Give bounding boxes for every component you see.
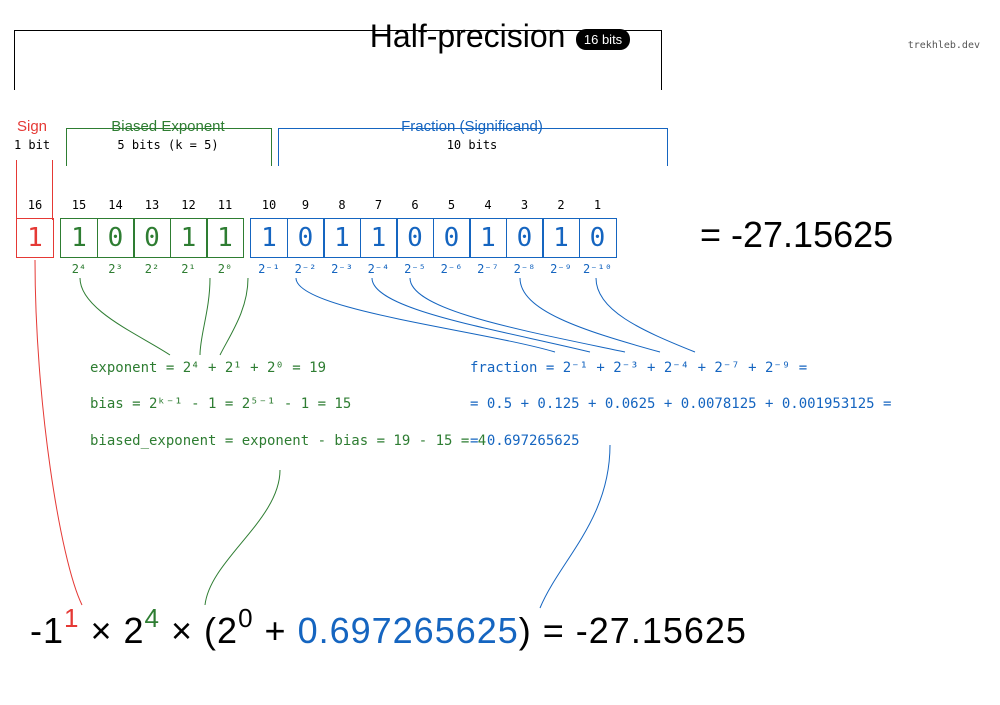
bit-index: 2 — [542, 198, 580, 212]
bit-index: 1 — [579, 198, 617, 212]
bit-index: 9 — [287, 198, 325, 212]
sign-sublabel: 1 bit — [8, 138, 56, 152]
power-cell: 2⁻¹ — [250, 262, 288, 276]
final-times-1: × 2 — [79, 610, 144, 651]
bit-exp: 1 — [60, 218, 98, 258]
exp-line-2: bias = 2ᵏ⁻¹ - 1 = 2⁵⁻¹ - 1 = 15 — [90, 386, 486, 422]
frac-line-3: = 0.697265625 — [470, 423, 891, 459]
power-cell: 2¹ — [170, 262, 208, 276]
bit-index: 14 — [97, 198, 135, 212]
final-times-2: × (2 — [160, 610, 238, 651]
bit-index: 13 — [133, 198, 171, 212]
power-cell: 2³ — [97, 262, 135, 276]
bit-index: 7 — [360, 198, 398, 212]
final-sup-1: 1 — [64, 603, 79, 633]
sign-label: Sign — [8, 118, 56, 135]
frac-line-1: fraction = 2⁻¹ + 2⁻³ + 2⁻⁴ + 2⁻⁷ + 2⁻⁹ = — [470, 350, 891, 386]
bit-frac: 1 — [542, 218, 580, 258]
attribution: trekhleb.dev — [908, 40, 980, 51]
bit-exp: 0 — [133, 218, 171, 258]
power-cell: 2² — [133, 262, 171, 276]
bit-frac: 0 — [287, 218, 325, 258]
frac-line-2: = 0.5 + 0.125 + 0.0625 + 0.0078125 + 0.0… — [470, 386, 891, 422]
bit-index: 3 — [506, 198, 544, 212]
bit-index: 15 — [60, 198, 98, 212]
fraction-label: Fraction (Significand) — [276, 118, 668, 135]
bit-index-row: 16 15 14 13 12 11 10 9 8 7 6 5 4 3 2 1 — [16, 198, 617, 212]
power-cell: 2⁰ — [206, 262, 244, 276]
final-tail: ) = -27.15625 — [519, 610, 747, 651]
power-cell: 2⁻⁵ — [396, 262, 434, 276]
power-cell: 2⁻⁹ — [542, 262, 580, 276]
exp-line-1: exponent = 2⁴ + 2¹ + 2⁰ = 19 — [90, 350, 486, 386]
bit-index: 5 — [433, 198, 471, 212]
final-sup-4: 4 — [145, 603, 160, 633]
decoded-value: = -27.15625 — [700, 214, 893, 256]
power-cell: 2⁻⁴ — [360, 262, 398, 276]
bit-exp: 1 — [206, 218, 244, 258]
bit-index: 16 — [16, 198, 54, 212]
power-cell: 2⁻¹⁰ — [579, 262, 617, 276]
power-cell: 2⁻⁶ — [433, 262, 471, 276]
exponent-computation: exponent = 2⁴ + 2¹ + 2⁰ = 19 bias = 2ᵏ⁻¹… — [90, 350, 486, 459]
bit-frac: 1 — [360, 218, 398, 258]
final-sup-0: 0 — [238, 603, 253, 633]
exp-line-3: biased_exponent = exponent - bias = 19 -… — [90, 423, 486, 459]
bits-badge: 16 bits — [576, 29, 630, 50]
bit-exp: 0 — [97, 218, 135, 258]
bit-frac: 0 — [433, 218, 471, 258]
bit-index: 10 — [250, 198, 288, 212]
bit-frac: 1 — [323, 218, 361, 258]
bit-frac: 1 — [250, 218, 288, 258]
final-neg1: -1 — [30, 610, 64, 651]
final-formula: -11 × 24 × (20 + 0.697265625) = -27.1562… — [30, 610, 747, 652]
bit-index: 4 — [469, 198, 507, 212]
exponent-label: Biased Exponent — [72, 118, 264, 135]
bit-exp: 1 — [170, 218, 208, 258]
final-fraction-value: 0.697265625 — [298, 610, 519, 651]
power-cell: 2⁴ — [60, 262, 98, 276]
bit-index: 8 — [323, 198, 361, 212]
bit-index: 11 — [206, 198, 244, 212]
power-cell — [16, 262, 54, 276]
bit-frac: 0 — [396, 218, 434, 258]
power-cell: 2⁻⁷ — [469, 262, 507, 276]
power-cell: 2⁻² — [287, 262, 325, 276]
title-area: Half-precision 16 bits — [0, 18, 1000, 55]
bit-sign: 1 — [16, 218, 54, 258]
bit-frac: 0 — [506, 218, 544, 258]
bit-frac: 1 — [469, 218, 507, 258]
fraction-computation: fraction = 2⁻¹ + 2⁻³ + 2⁻⁴ + 2⁻⁷ + 2⁻⁹ =… — [470, 350, 891, 459]
bit-index: 12 — [170, 198, 208, 212]
exponent-sublabel: 5 bits (k = 5) — [72, 138, 264, 152]
power-row: 2⁴ 2³ 2² 2¹ 2⁰ 2⁻¹ 2⁻² 2⁻³ 2⁻⁴ 2⁻⁵ 2⁻⁶ 2… — [16, 262, 617, 276]
bit-table: 1 1 0 0 1 1 1 0 1 1 0 0 1 0 1 0 — [16, 218, 617, 258]
power-cell: 2⁻³ — [323, 262, 361, 276]
bit-index: 6 — [396, 198, 434, 212]
final-plus: + — [254, 610, 298, 651]
fraction-sublabel: 10 bits — [276, 138, 668, 152]
page-title: Half-precision — [370, 18, 566, 55]
power-cell: 2⁻⁸ — [506, 262, 544, 276]
bit-frac: 0 — [579, 218, 617, 258]
